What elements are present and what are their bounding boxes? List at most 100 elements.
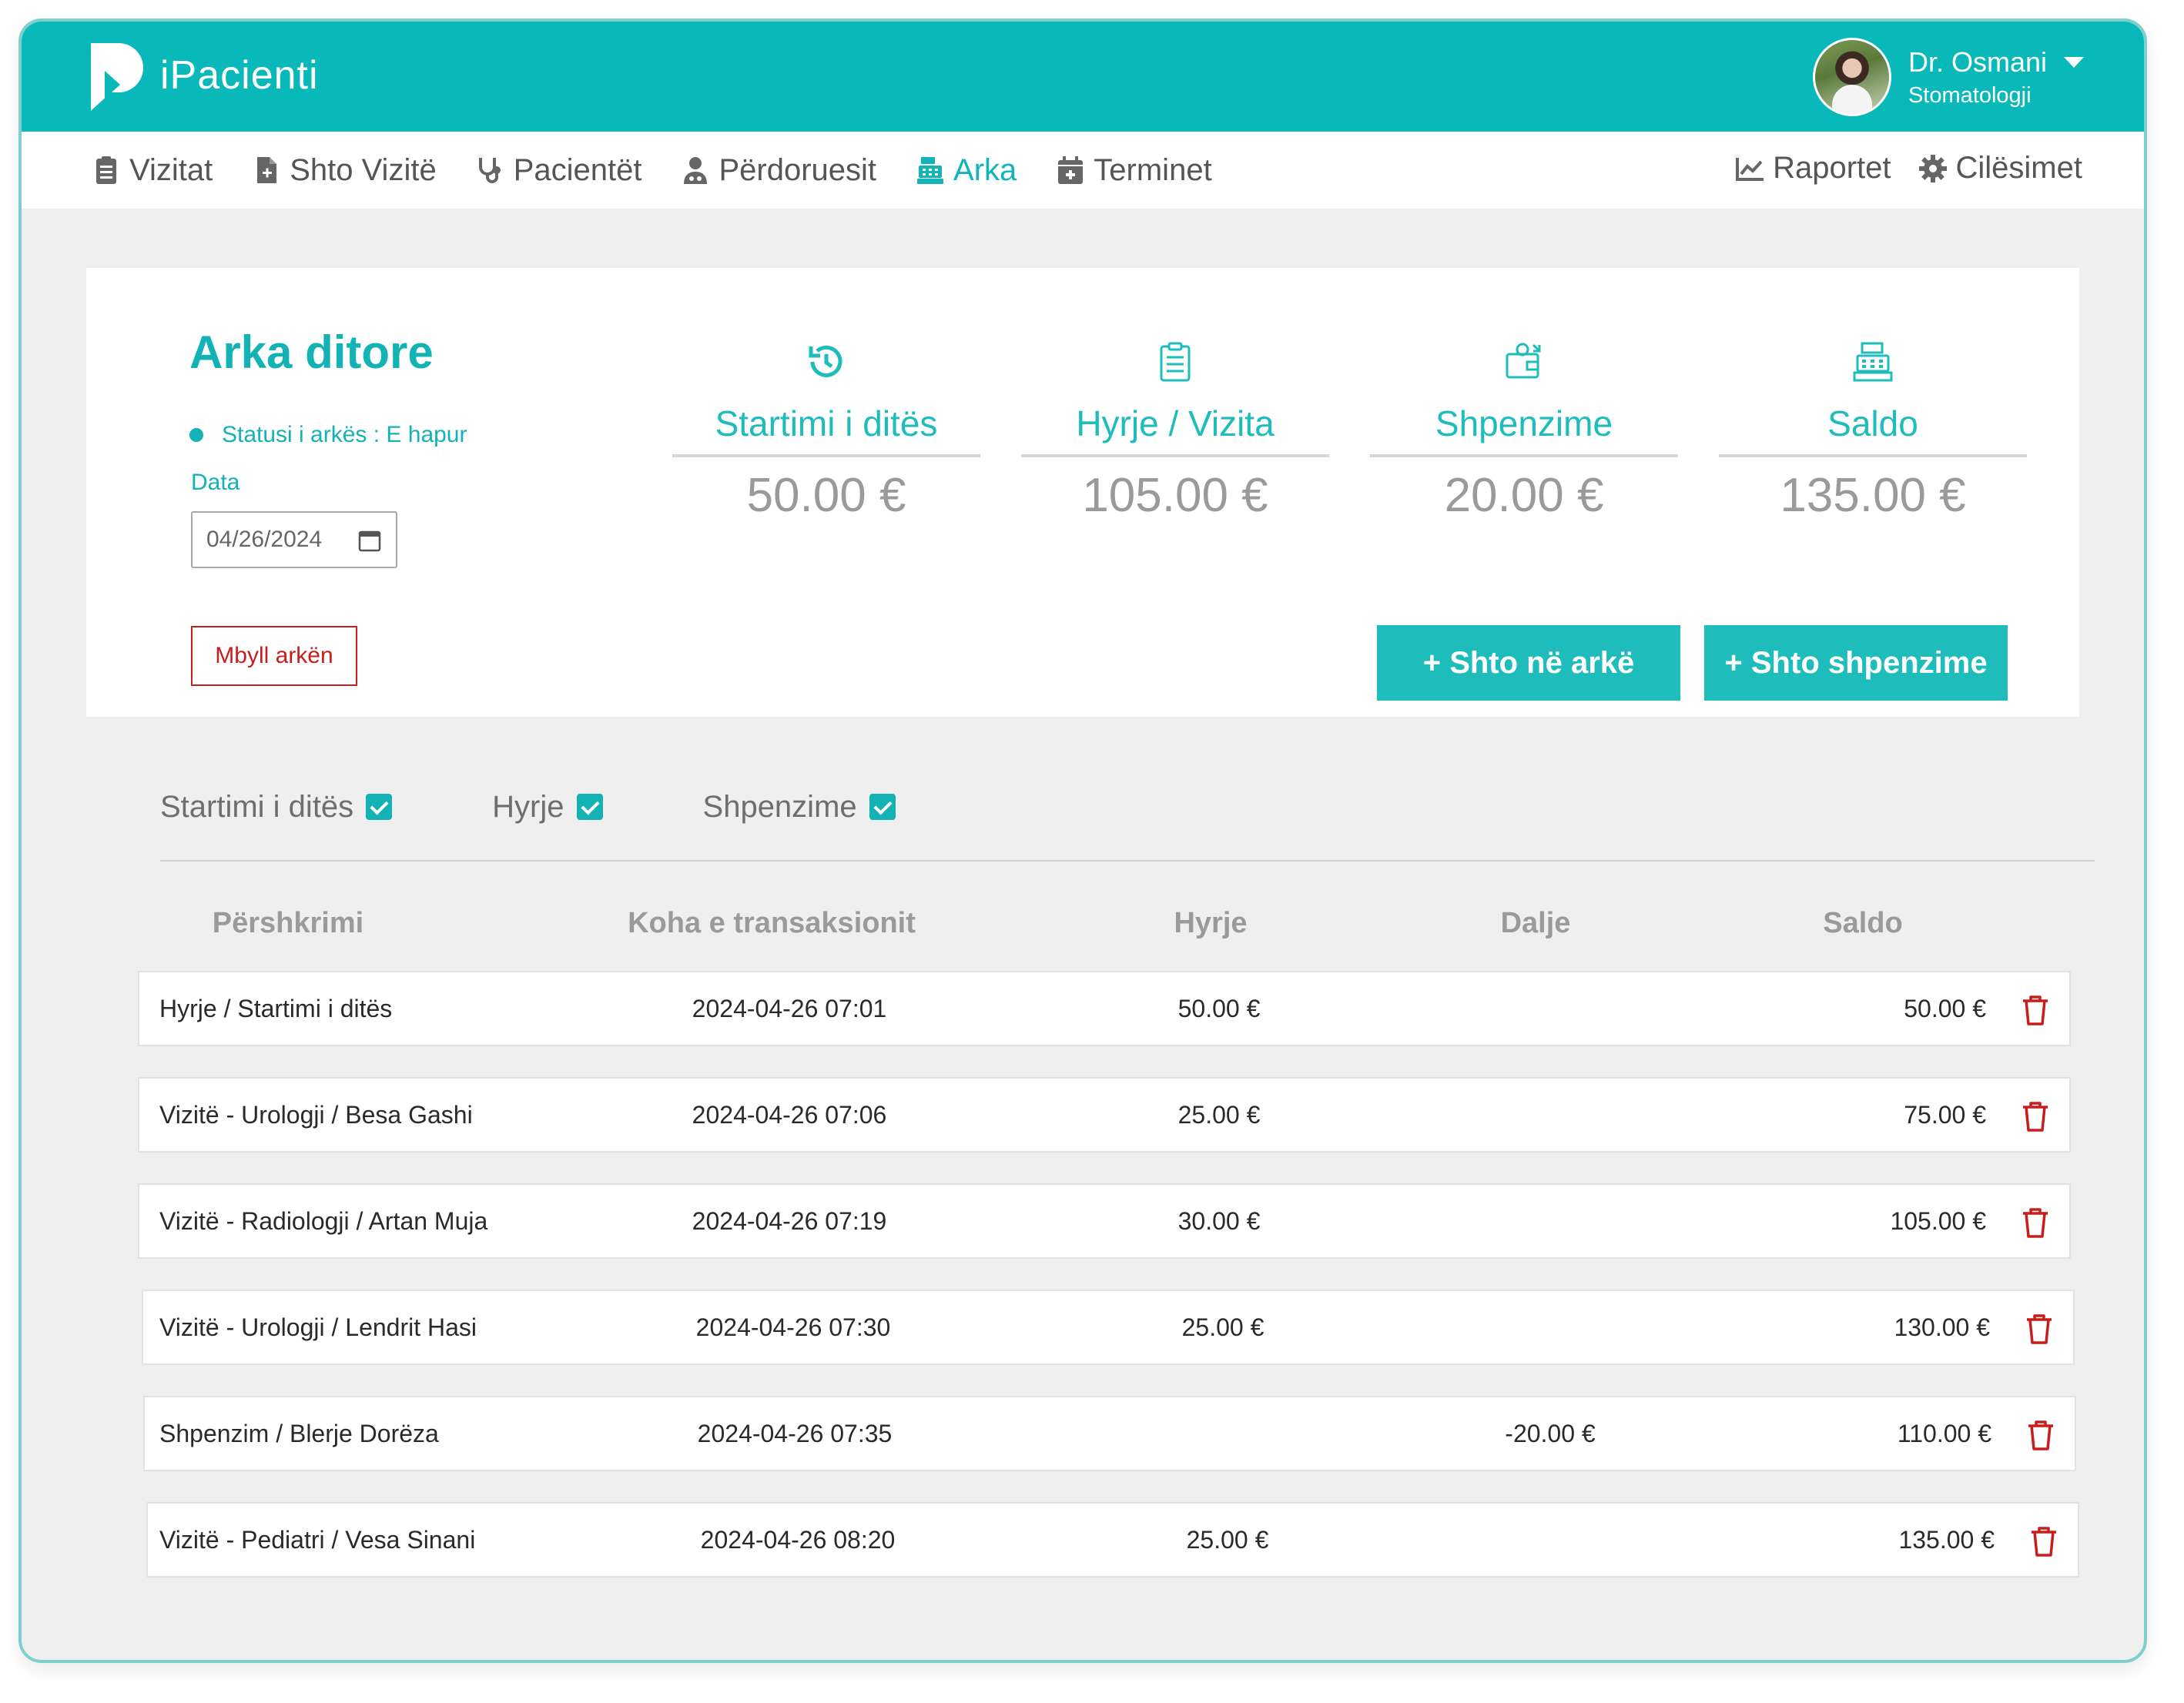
calendar-plus-icon <box>1058 156 1084 184</box>
transaction-filters: Startimi i ditës Hyrje Shpenzime <box>160 784 996 830</box>
filter-start-of-day[interactable]: Startimi i ditës <box>160 789 393 825</box>
table-row: Hyrje / Startimi i ditës 2024-04-26 07:0… <box>138 971 2071 1046</box>
page-title: Arka ditore <box>189 326 434 378</box>
trash-icon[interactable] <box>2018 1206 2052 1240</box>
trash-icon[interactable] <box>2024 1418 2058 1452</box>
user-doctor-icon <box>684 157 708 184</box>
status-dot-icon <box>189 428 203 442</box>
nav-label: Pacientët <box>513 152 642 187</box>
date-value: 04/26/2024 <box>206 527 323 552</box>
user-menu[interactable]: Dr. Osmani Stomatologji <box>1812 38 2084 116</box>
nav-item-vizitat[interactable]: Vizitat <box>91 153 213 188</box>
checkbox[interactable] <box>869 794 896 820</box>
stat-label: Startimi i ditës <box>672 400 980 457</box>
nav-item-cilesimet[interactable]: Cilësimet <box>1918 151 2082 186</box>
cell-time: 2024-04-26 07:06 <box>692 1101 887 1129</box>
stat-label: Hyrje / Vizita <box>1021 400 1329 457</box>
clipboard-list-icon <box>1160 342 1191 382</box>
brand-logo[interactable]: iPacienti <box>88 40 319 111</box>
stethoscope-icon <box>478 158 501 183</box>
nav-item-perdoruesit[interactable]: Përdoruesit <box>680 153 876 188</box>
file-plus-icon <box>257 157 277 183</box>
add-to-cash-button[interactable]: + Shto në arkë <box>1377 625 1680 701</box>
cell-balance: 50.00 € <box>1904 995 1986 1022</box>
stat-income-visits: Hyrje / Vizita 105.00 € <box>1021 337 1329 523</box>
cell-outflow: -20.00 € <box>1505 1420 1596 1447</box>
caret-down-icon[interactable] <box>2064 56 2084 68</box>
clipboard-icon <box>96 156 116 184</box>
cell-time: 2024-04-26 07:01 <box>692 995 887 1022</box>
avatar <box>1812 38 1891 116</box>
cell-income: 25.00 € <box>1181 1313 1265 1341</box>
cell-description: Vizitë - Urologji / Besa Gashi <box>159 1101 473 1129</box>
cell-balance: 75.00 € <box>1904 1101 1986 1129</box>
stat-expenses: Shpenzime 20.00 € <box>1370 337 1678 523</box>
wallet-icon <box>1506 343 1541 379</box>
stat-balance: Saldo 135.00 € <box>1719 337 2027 523</box>
nav-label: Raportet <box>1773 151 1891 185</box>
cell-balance: 105.00 € <box>1890 1207 1986 1235</box>
divider <box>160 860 2095 862</box>
date-input[interactable]: 04/26/2024 <box>191 511 397 568</box>
add-expense-button[interactable]: + Shto shpenzime <box>1704 625 2008 701</box>
cell-income: 25.00 € <box>1186 1526 1269 1554</box>
nav-item-shto-vizite[interactable]: Shto Vizitë <box>251 153 437 188</box>
user-name: Dr. Osmani <box>1908 45 2047 78</box>
cell-description: Hyrje / Startimi i ditës <box>159 995 393 1022</box>
filter-expenses[interactable]: Shpenzime <box>703 790 896 825</box>
column-header: Dalje <box>1500 907 1571 939</box>
cell-time: 2024-04-26 07:35 <box>697 1420 893 1447</box>
cell-time: 2024-04-26 07:19 <box>692 1207 887 1235</box>
cell-income: 50.00 € <box>1177 995 1261 1022</box>
daily-cash-card: Arka ditore Statusi i arkës : E hapur Da… <box>86 268 2079 717</box>
nav-item-arka[interactable]: Arka <box>915 153 1017 188</box>
trash-icon[interactable] <box>2018 1099 2052 1133</box>
cash-status: Statusi i arkës : E hapur <box>189 422 467 448</box>
trash-icon[interactable] <box>2018 993 2052 1027</box>
stat-value: 20.00 € <box>1444 469 1604 522</box>
chart-line-icon <box>1736 157 1764 181</box>
filter-label: Shpenzime <box>702 789 857 824</box>
cell-income: 30.00 € <box>1177 1207 1261 1235</box>
calendar-icon[interactable] <box>357 528 382 553</box>
cash-register-icon <box>917 157 944 184</box>
table-row: Shpenzim / Blerje Dorëza 2024-04-26 07:3… <box>143 1396 2076 1471</box>
table-row: Vizitë - Urologji / Besa Gashi 2024-04-2… <box>138 1077 2071 1153</box>
cell-income: 25.00 € <box>1177 1101 1261 1129</box>
checkbox[interactable] <box>576 794 603 820</box>
checkbox[interactable] <box>366 794 393 820</box>
brand-name: iPacienti <box>160 53 319 98</box>
cell-balance: 135.00 € <box>1898 1526 1995 1554</box>
cell-balance: 130.00 € <box>1894 1313 1990 1341</box>
nav-item-terminet[interactable]: Terminet <box>1055 152 1212 188</box>
filter-label: Startimi i ditës <box>160 789 354 824</box>
table-row: Vizitë - Pediatri / Vesa Sinani 2024-04-… <box>146 1502 2079 1578</box>
gear-icon <box>1918 154 1947 182</box>
stat-label: Shpenzime <box>1370 400 1678 457</box>
cell-description: Shpenzim / Blerje Dorëza <box>159 1420 439 1447</box>
trash-icon[interactable] <box>2022 1312 2056 1346</box>
nav-item-raportet[interactable]: Raportet <box>1734 151 1891 186</box>
table-row: Vizitë - Urologji / Lendrit Hasi 2024-04… <box>142 1290 2075 1365</box>
cell-balance: 110.00 € <box>1897 1420 1991 1447</box>
stat-label: Saldo <box>1719 400 2027 457</box>
stat-start-of-day: Startimi i ditës 50.00 € <box>672 337 980 523</box>
cell-time: 2024-04-26 07:30 <box>695 1313 891 1341</box>
column-header: Hyrje <box>1174 907 1248 939</box>
close-cash-button[interactable]: Mbyll arkën <box>191 626 357 686</box>
trash-icon[interactable] <box>2027 1524 2061 1558</box>
table-row: Vizitë - Radiologji / Artan Muja 2024-04… <box>138 1183 2071 1259</box>
nav-item-pacientet[interactable]: Pacientët <box>475 152 642 188</box>
column-header: Saldo <box>1823 907 1903 939</box>
stat-value: 50.00 € <box>746 469 906 522</box>
filter-label: Hyrje <box>492 789 564 824</box>
cell-description: Vizitë - Urologji / Lendrit Hasi <box>159 1313 477 1341</box>
logo-icon <box>91 43 143 111</box>
cell-description: Vizitë - Radiologji / Artan Muja <box>159 1207 488 1235</box>
cell-time: 2024-04-26 08:20 <box>700 1526 896 1554</box>
cash-register-icon <box>1853 342 1893 382</box>
filter-income[interactable]: Hyrje <box>492 789 603 825</box>
user-role: Stomatologji <box>1908 82 2032 108</box>
nav-label: Terminet <box>1094 152 1212 187</box>
column-header: Koha e transaksionit <box>628 907 916 939</box>
